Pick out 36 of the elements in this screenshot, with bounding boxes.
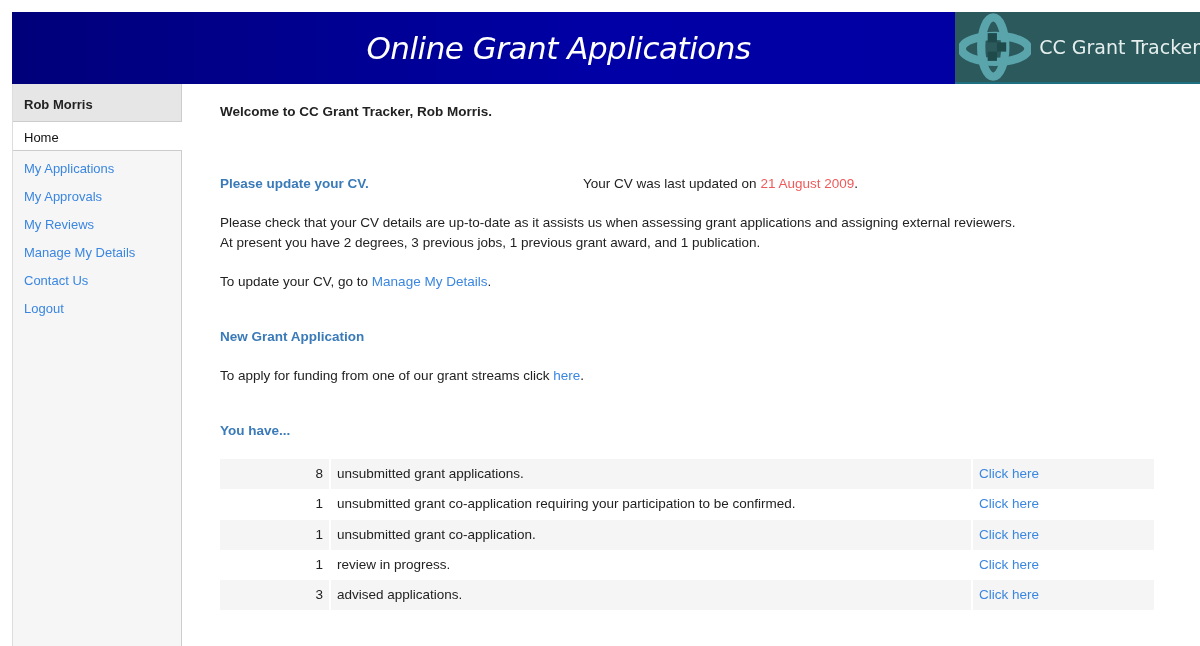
row-text: unsubmitted grant applications.: [337, 466, 524, 481]
row-text: review in progress.: [337, 556, 451, 572]
nav-link[interactable]: Contact Us: [13, 265, 181, 293]
count-text: 1: [315, 526, 323, 542]
count-text: 1: [315, 496, 323, 512]
body-text: To apply for funding from one of our grant streams click here.: [220, 366, 585, 385]
user-name: Rob Morris: [13, 84, 181, 122]
count-text: 8: [315, 466, 323, 481]
nav-link[interactable]: Home: [13, 122, 182, 151]
text-link[interactable]: here: [553, 367, 581, 383]
row-text: unsubmitted grant co-application requiring your participation to be confirmed.: [337, 496, 796, 512]
click-here-link[interactable]: Click here: [979, 466, 1040, 481]
body-text: To update your CV, go to Manage My Details.: [220, 272, 493, 291]
section-heading: New Grant Application: [220, 327, 366, 346]
click-here-link[interactable]: Click here: [979, 556, 1040, 572]
nav-link[interactable]: Logout: [13, 293, 181, 321]
row-text: unsubmitted grant co-application.: [337, 526, 536, 542]
site-title: Online Grant Applications: [365, 28, 752, 68]
welcome-text: Welcome to CC Grant Tracker, Rob Morris.: [220, 103, 494, 121]
count-text: 3: [315, 587, 323, 602]
logo-icon: [959, 12, 1032, 82]
click-here-link[interactable]: Click here: [979, 496, 1040, 512]
body-text: Please check that your CV details are up-to-date as it assists us when assessing grant applications and assigning external reviewers.: [220, 213, 1017, 232]
nav-link[interactable]: My Reviews: [13, 209, 181, 237]
nav-link[interactable]: My Approvals: [13, 181, 181, 209]
nav-link[interactable]: Manage My Details: [13, 237, 181, 265]
body-text: At present you have 2 degrees, 3 previous jobs, 1 previous grant award, and 1 publication.: [220, 233, 762, 252]
count-text: 1: [315, 556, 323, 572]
brand-name: CC Grant Tracker: [1039, 34, 1200, 60]
section-heading: Please update your CV.: [220, 175, 370, 194]
section-heading: You have...: [220, 421, 292, 440]
last-updated-text: Your CV was last updated on 21 August 2009.: [583, 175, 858, 194]
click-here-link[interactable]: Click here: [979, 526, 1040, 542]
row-text: advised applications.: [337, 587, 463, 602]
click-here-link[interactable]: Click here: [979, 587, 1040, 602]
nav-link[interactable]: My Applications: [13, 153, 181, 181]
